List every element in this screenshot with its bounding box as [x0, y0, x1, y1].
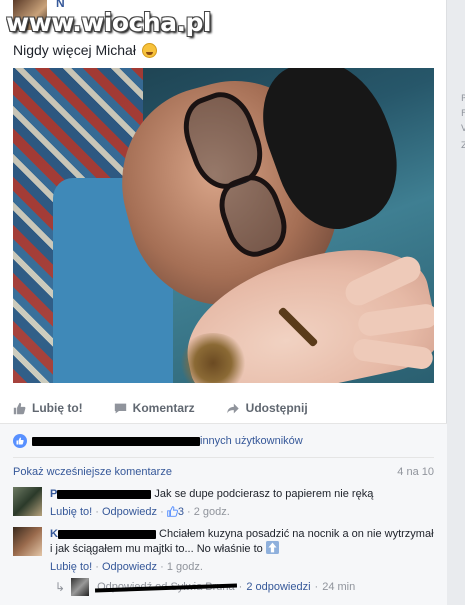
- comment-body: P Jak se dupe podcierasz to papierem nie…: [50, 487, 434, 519]
- like-button-label: Lubię to!: [32, 401, 83, 415]
- sidebar-letter: Z: [461, 141, 465, 151]
- comment-item: P Jak se dupe podcierasz to papierem nie…: [13, 487, 434, 523]
- grimacing-emoji-icon: [141, 43, 157, 58]
- previous-comments-row: Pokaż wcześniejsze komentarze 4 na 10: [13, 466, 434, 478]
- comment-button-label: Komentarz: [132, 401, 195, 415]
- watermark: www.wiocha.pl: [6, 8, 211, 37]
- sidebar-letter: P: [461, 94, 465, 104]
- avatar[interactable]: [71, 578, 90, 596]
- post-card: N www.wiocha.pl Nigdy więcej Michał Lubi…: [0, 0, 447, 605]
- divider: [13, 457, 434, 458]
- comment-reply-link[interactable]: Odpowiedz: [102, 506, 157, 518]
- comments-count: 4 na 10: [397, 466, 434, 478]
- redacted-name: [57, 529, 156, 539]
- likes-summary[interactable]: innych użytkowników: [13, 432, 434, 450]
- author-name[interactable]: N: [56, 0, 76, 10]
- comment-like-count[interactable]: 3: [178, 506, 184, 518]
- comment-like-link[interactable]: Lubię to!: [50, 506, 92, 518]
- right-sidebar-strip: P F V Z: [447, 0, 465, 605]
- comment-meta: Lubię to! · Odpowiedz · 1 godz.: [50, 561, 203, 573]
- share-button[interactable]: Udostępnij: [226, 401, 308, 415]
- comment-author[interactable]: K: [50, 528, 58, 540]
- post-actions: Lubię to! Komentarz Udostępnij: [13, 394, 434, 422]
- comment-like-link[interactable]: Lubię to!: [50, 561, 92, 573]
- likes-summary-text: innych użytkowników: [200, 435, 303, 447]
- post-text-body: Nigdy więcej Michał: [13, 42, 136, 58]
- sidebar-letter: V: [461, 124, 465, 134]
- sidebar-letter: F: [461, 109, 465, 119]
- show-previous-comments-link[interactable]: Pokaż wcześniejsze komentarze: [13, 466, 172, 478]
- comment-reply-link[interactable]: Odpowiedz: [102, 561, 157, 573]
- replies-summary[interactable]: ↳ Odpowiedź od Sylwia Bruna · 2 odpowied…: [55, 578, 435, 596]
- like-button[interactable]: Lubię to!: [13, 401, 83, 415]
- avatar[interactable]: [13, 527, 42, 556]
- comment-time: 1 godz.: [166, 561, 203, 573]
- comment-item: K Chciałem kuzyna posadzić na nocnik a o…: [13, 527, 434, 575]
- comments-section: innych użytkowników Pokaż wcześniejsze k…: [0, 423, 447, 605]
- reply-count[interactable]: 2 odpowiedzi: [246, 581, 310, 593]
- comment-body: K Chciałem kuzyna posadzić na nocnik a o…: [50, 527, 434, 574]
- reply-arrow-icon: ↳: [55, 580, 66, 594]
- comment-button[interactable]: Komentarz: [114, 401, 195, 415]
- reply-author-redacted: Odpowiedź od Sylwia Bruna: [97, 581, 235, 593]
- avatar[interactable]: [13, 487, 42, 516]
- redacted-name: [57, 489, 152, 499]
- comment-text: Jak se dupe podcierasz to papierem nie r…: [154, 488, 374, 500]
- up-arrow-icon: [265, 541, 279, 554]
- reply-time: 24 min: [322, 581, 356, 593]
- comment-author[interactable]: P: [50, 488, 57, 500]
- redacted-names: [32, 436, 200, 446]
- share-button-label: Udostępnij: [245, 401, 308, 415]
- post-text: Nigdy więcej Michał: [13, 42, 157, 58]
- thumbs-up-icon: [167, 506, 178, 517]
- thumbs-up-icon: [13, 402, 26, 414]
- comment-meta: Lubię to! · Odpowiedz · 3 · 2 godz.: [50, 506, 230, 518]
- comment-time: 2 godz.: [193, 506, 230, 518]
- like-bubble-icon: [13, 434, 27, 448]
- post-photo[interactable]: [13, 68, 434, 383]
- share-arrow-icon: [226, 403, 239, 413]
- comment-icon: [114, 403, 126, 413]
